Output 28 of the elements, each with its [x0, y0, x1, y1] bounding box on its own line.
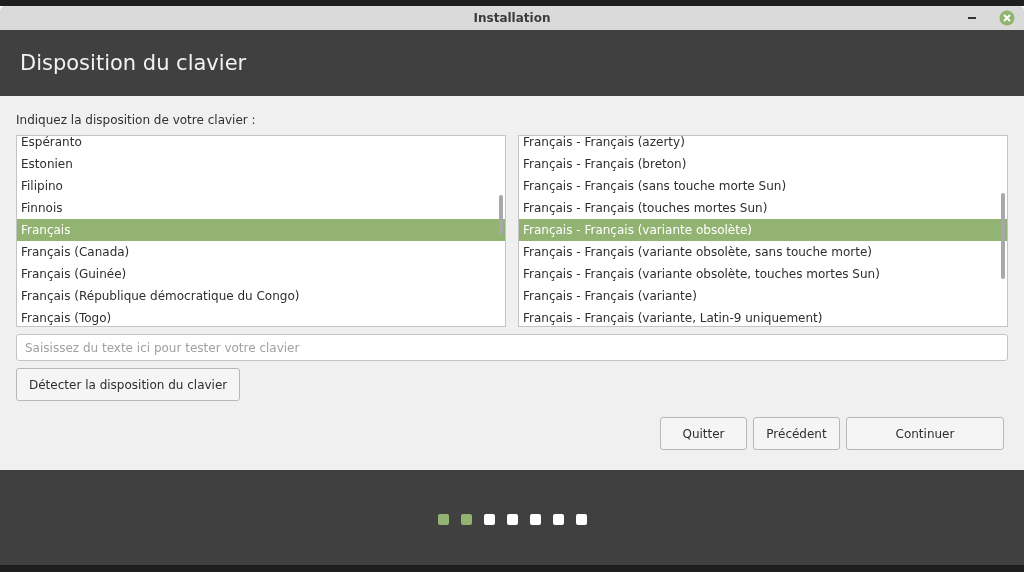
test-input-field[interactable]: Saisissez du texte ici pour tester votre clavier	[16, 334, 1008, 361]
detect-layout-button[interactable]: Détecter la disposition du clavier	[16, 368, 241, 401]
variant-item[interactable]: Français - Français (sans touche morte Sun)	[519, 175, 1007, 197]
scrollbar-thumb[interactable]	[499, 195, 503, 235]
variant-item[interactable]: Français - Français (variante, Latin-9 uniquement)	[519, 307, 1007, 326]
page-title: Disposition du clavier	[20, 51, 247, 75]
layout-item[interactable]: Français (Canada)	[17, 241, 505, 263]
minimize-icon[interactable]	[968, 17, 976, 20]
nav-button[interactable]: Continuer	[846, 417, 1004, 450]
variant-item[interactable]: Français - Français (breton)	[519, 153, 1007, 175]
variant-item[interactable]: Français - Français (variante obsolète, sans touche morte)	[519, 241, 1007, 263]
window-title: Installation	[473, 11, 551, 25]
nav-button[interactable]: Quitter	[660, 417, 747, 450]
layout-item[interactable]: Filipino	[17, 175, 505, 197]
layout-item[interactable]: Français (République démocratique du Congo)	[17, 285, 505, 307]
layout-item[interactable]: Finnois	[17, 197, 505, 219]
layout-item[interactable]: Français (Guinée)	[17, 263, 505, 285]
layout-item[interactable]: Français (Togo)	[17, 307, 505, 326]
variant-item[interactable]: Français - Français (variante)	[519, 285, 1007, 307]
scrollbar-thumb[interactable]	[1001, 193, 1005, 279]
variant-item[interactable]: Français - Français (variante obsolète, touches mortes Sun)	[519, 263, 1007, 285]
variant-item[interactable]: Français - Français (touches mortes Sun)	[519, 197, 1007, 219]
close-icon[interactable]	[999, 10, 1015, 26]
layout-item[interactable]: Espéranto	[17, 136, 505, 153]
variant-item[interactable]: Français - Français (azerty)	[519, 136, 1007, 153]
prompt-label: Indiquez la disposition de votre clavier :	[16, 113, 257, 129]
nav-button[interactable]: Précédent	[753, 417, 840, 450]
layout-item[interactable]: Estonien	[17, 153, 505, 175]
